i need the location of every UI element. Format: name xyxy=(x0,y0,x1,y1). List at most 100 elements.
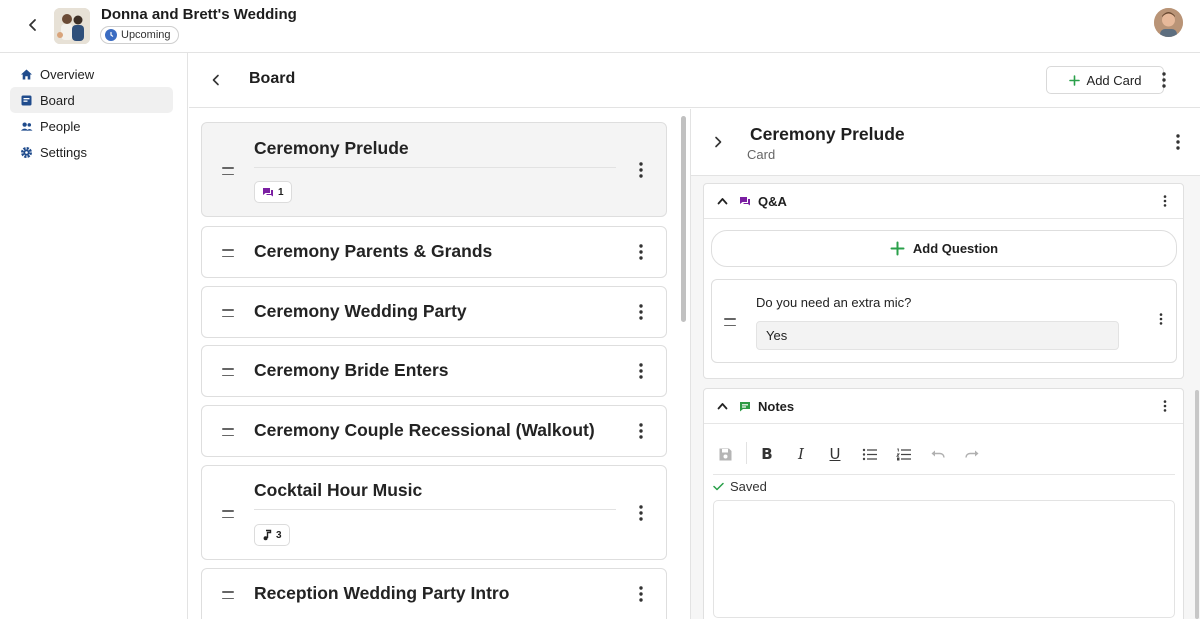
kebab-menu-icon xyxy=(639,162,643,178)
card-detail-panel: Ceremony Prelude Card Q&A Add Question D… xyxy=(690,109,1200,619)
detail-header: Ceremony Prelude Card xyxy=(691,109,1200,176)
kebab-menu-icon xyxy=(1176,134,1180,150)
card-more-button[interactable] xyxy=(634,302,648,322)
board-card[interactable]: Ceremony Bride Enters xyxy=(201,345,667,397)
user-avatar[interactable] xyxy=(1154,8,1183,37)
card-divider xyxy=(254,167,616,168)
notes-editor[interactable] xyxy=(713,500,1175,618)
card-badge: 3 xyxy=(254,524,290,546)
qa-section-header: Q&A xyxy=(704,184,1183,219)
drag-handle-icon[interactable] xyxy=(222,428,234,436)
chevron-up-icon xyxy=(717,403,727,410)
board-header: Board Add Card xyxy=(189,53,1200,108)
answer-field[interactable]: Yes xyxy=(756,321,1119,350)
saved-label: Saved xyxy=(730,479,767,494)
kebab-menu-icon xyxy=(1159,313,1163,325)
card-more-button[interactable] xyxy=(634,361,648,381)
kebab-menu-icon xyxy=(639,586,643,602)
kebab-menu-icon xyxy=(639,423,643,439)
redo-button[interactable] xyxy=(961,443,983,465)
kebab-menu-icon xyxy=(1163,195,1167,207)
sidebar-item-settings[interactable]: Settings xyxy=(10,139,173,165)
board-card[interactable]: Cocktail Hour Music 3 xyxy=(201,465,667,560)
plus-icon xyxy=(890,241,905,256)
collapse-qa-button[interactable] xyxy=(715,194,729,208)
saved-status: Saved xyxy=(713,479,767,494)
back-button[interactable] xyxy=(22,14,44,36)
notes-more-button[interactable] xyxy=(1159,398,1171,414)
kebab-menu-icon xyxy=(639,244,643,260)
top-bar: Donna and Brett's Wedding Upcoming xyxy=(0,0,1200,53)
badge-count: 1 xyxy=(278,186,284,198)
qa-more-button[interactable] xyxy=(1159,193,1171,209)
underline-button[interactable]: U xyxy=(824,443,846,465)
qa-section-title: Q&A xyxy=(758,194,787,209)
card-more-button[interactable] xyxy=(634,421,648,441)
undo-icon xyxy=(931,450,945,458)
board-card[interactable]: Ceremony Wedding Party xyxy=(201,286,667,338)
floppy-disk-icon xyxy=(719,448,731,460)
detail-scrollbar-thumb[interactable] xyxy=(1195,390,1199,619)
drag-handle-icon[interactable] xyxy=(222,309,234,317)
question-text: Do you need an extra mic? xyxy=(756,295,912,310)
card-title: Ceremony Couple Recessional (Walkout) xyxy=(254,420,595,440)
card-more-button[interactable] xyxy=(634,160,648,180)
check-icon xyxy=(713,482,724,491)
save-button[interactable] xyxy=(714,443,736,465)
chat-icon xyxy=(738,195,751,208)
bullet-list-icon xyxy=(862,448,877,460)
add-card-button[interactable]: Add Card xyxy=(1046,66,1164,94)
sidebar-item-label: Settings xyxy=(40,144,87,160)
board-scrollbar-thumb[interactable] xyxy=(681,116,686,322)
board-card[interactable]: Ceremony Couple Recessional (Walkout) xyxy=(201,405,667,457)
drag-handle-icon[interactable] xyxy=(222,249,234,257)
collapse-notes-button[interactable] xyxy=(715,399,729,413)
card-title: Cocktail Hour Music xyxy=(254,480,423,500)
event-title: Donna and Brett's Wedding xyxy=(101,6,297,23)
chevron-right-icon xyxy=(715,136,722,148)
sidebar-item-label: Board xyxy=(40,92,75,108)
card-more-button[interactable] xyxy=(634,242,648,262)
detail-more-button[interactable] xyxy=(1171,131,1185,153)
undo-button[interactable] xyxy=(927,443,949,465)
board-card[interactable]: Ceremony Prelude 1 xyxy=(201,122,667,217)
drag-handle-icon[interactable] xyxy=(222,591,234,599)
badge-count: 3 xyxy=(276,529,282,541)
bold-button[interactable]: B xyxy=(756,443,778,465)
sidebar-item-board[interactable]: Board xyxy=(10,87,173,113)
drag-handle-icon[interactable] xyxy=(222,167,234,175)
italic-button[interactable]: I xyxy=(790,443,812,465)
chat-icon xyxy=(263,187,273,196)
drag-handle-icon[interactable] xyxy=(222,368,234,376)
notes-section-header: Notes xyxy=(704,389,1183,424)
board-more-button[interactable] xyxy=(1157,69,1171,91)
music-note-icon xyxy=(263,529,272,541)
chevron-left-icon xyxy=(29,19,36,31)
board-icon xyxy=(20,94,33,107)
drag-handle-icon[interactable] xyxy=(724,318,736,326)
redo-icon xyxy=(965,450,979,458)
board-card[interactable]: Ceremony Parents & Grands xyxy=(201,226,667,278)
collapse-panel-button[interactable] xyxy=(709,133,727,151)
card-more-button[interactable] xyxy=(634,584,648,604)
sidebar-item-label: People xyxy=(40,118,81,134)
sidebar-item-overview[interactable]: Overview xyxy=(10,61,173,87)
bullet-list-button[interactable] xyxy=(859,443,881,465)
home-icon xyxy=(20,68,33,81)
add-question-button[interactable]: Add Question xyxy=(711,230,1177,267)
card-title: Ceremony Prelude xyxy=(254,138,409,158)
card-title: Ceremony Wedding Party xyxy=(254,301,467,321)
question-more-button[interactable] xyxy=(1155,311,1167,327)
board-back-button[interactable] xyxy=(207,71,225,89)
sidebar: Overview Board People Settings xyxy=(0,53,188,619)
board-card[interactable]: Reception Wedding Party Intro xyxy=(201,568,667,619)
add-question-label: Add Question xyxy=(912,241,999,256)
sidebar-item-label: Overview xyxy=(40,66,95,82)
card-more-button[interactable] xyxy=(634,503,648,523)
drag-handle-icon[interactable] xyxy=(222,510,234,518)
event-thumbnail xyxy=(54,8,90,44)
notes-section-title: Notes xyxy=(758,399,795,414)
sidebar-item-people[interactable]: People xyxy=(10,113,173,139)
numbered-list-button[interactable] xyxy=(893,443,915,465)
kebab-menu-icon xyxy=(639,505,643,521)
